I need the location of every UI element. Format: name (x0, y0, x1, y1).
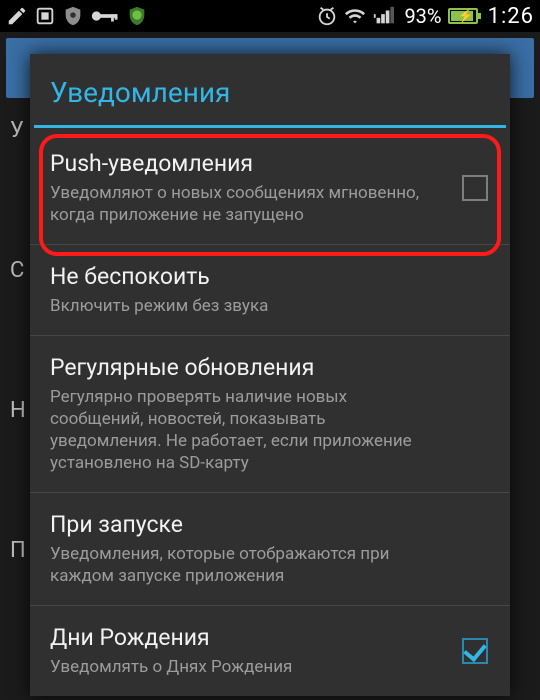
signal-icon (372, 5, 398, 27)
checkbox[interactable] (462, 175, 488, 201)
settings-row[interactable]: При запуске Уведомления, которые отобража… (30, 493, 510, 606)
settings-row-subtitle: Уведомляют о новых сообщениях мгновенно,… (50, 182, 420, 226)
settings-row[interactable]: Не беспокоить Включить режим без звука (30, 245, 510, 336)
settings-row[interactable]: Дни Рождения Уведомлять о Днях Рождения (30, 606, 510, 696)
alarm-icon (316, 5, 338, 27)
status-bar: 93% ⚡ 1:26 (0, 0, 540, 32)
battery-percent: 93% (404, 4, 441, 28)
wifi-icon (344, 5, 366, 27)
clock: 1:26 (488, 4, 534, 29)
settings-row-title: Дни Рождения (50, 624, 490, 652)
settings-row-subtitle: Уведомлять о Днях Рождения (50, 656, 420, 678)
settings-row-title: Не беспокоить (50, 263, 490, 291)
key-icon (90, 5, 120, 27)
dialog-title: Уведомления (30, 54, 510, 125)
dialog-divider (34, 125, 506, 128)
shield-icon (62, 5, 84, 27)
settings-row-subtitle: Регулярно проверять наличие новых сообще… (50, 386, 420, 474)
antivirus-icon (126, 5, 148, 27)
checkbox[interactable] (462, 638, 488, 664)
settings-row[interactable]: Push-уведомления Уведомляют о новых сообщ… (30, 132, 510, 245)
settings-row[interactable]: Регулярные обновления Регулярно проверять… (30, 336, 510, 493)
settings-row-subtitle: Уведомления, которые отображаются при ка… (50, 543, 420, 587)
sim-icon (34, 5, 56, 27)
notifications-dialog: Уведомления Push-уведомления Уведомляют о… (30, 54, 510, 696)
edit-icon (6, 5, 28, 27)
settings-row-subtitle: Включить режим без звука (50, 295, 420, 317)
settings-row-title: Push-уведомления (50, 150, 490, 178)
settings-row-title: Регулярные обновления (50, 354, 490, 382)
battery-icon: ⚡ (448, 8, 478, 24)
settings-row-title: При запуске (50, 511, 490, 539)
